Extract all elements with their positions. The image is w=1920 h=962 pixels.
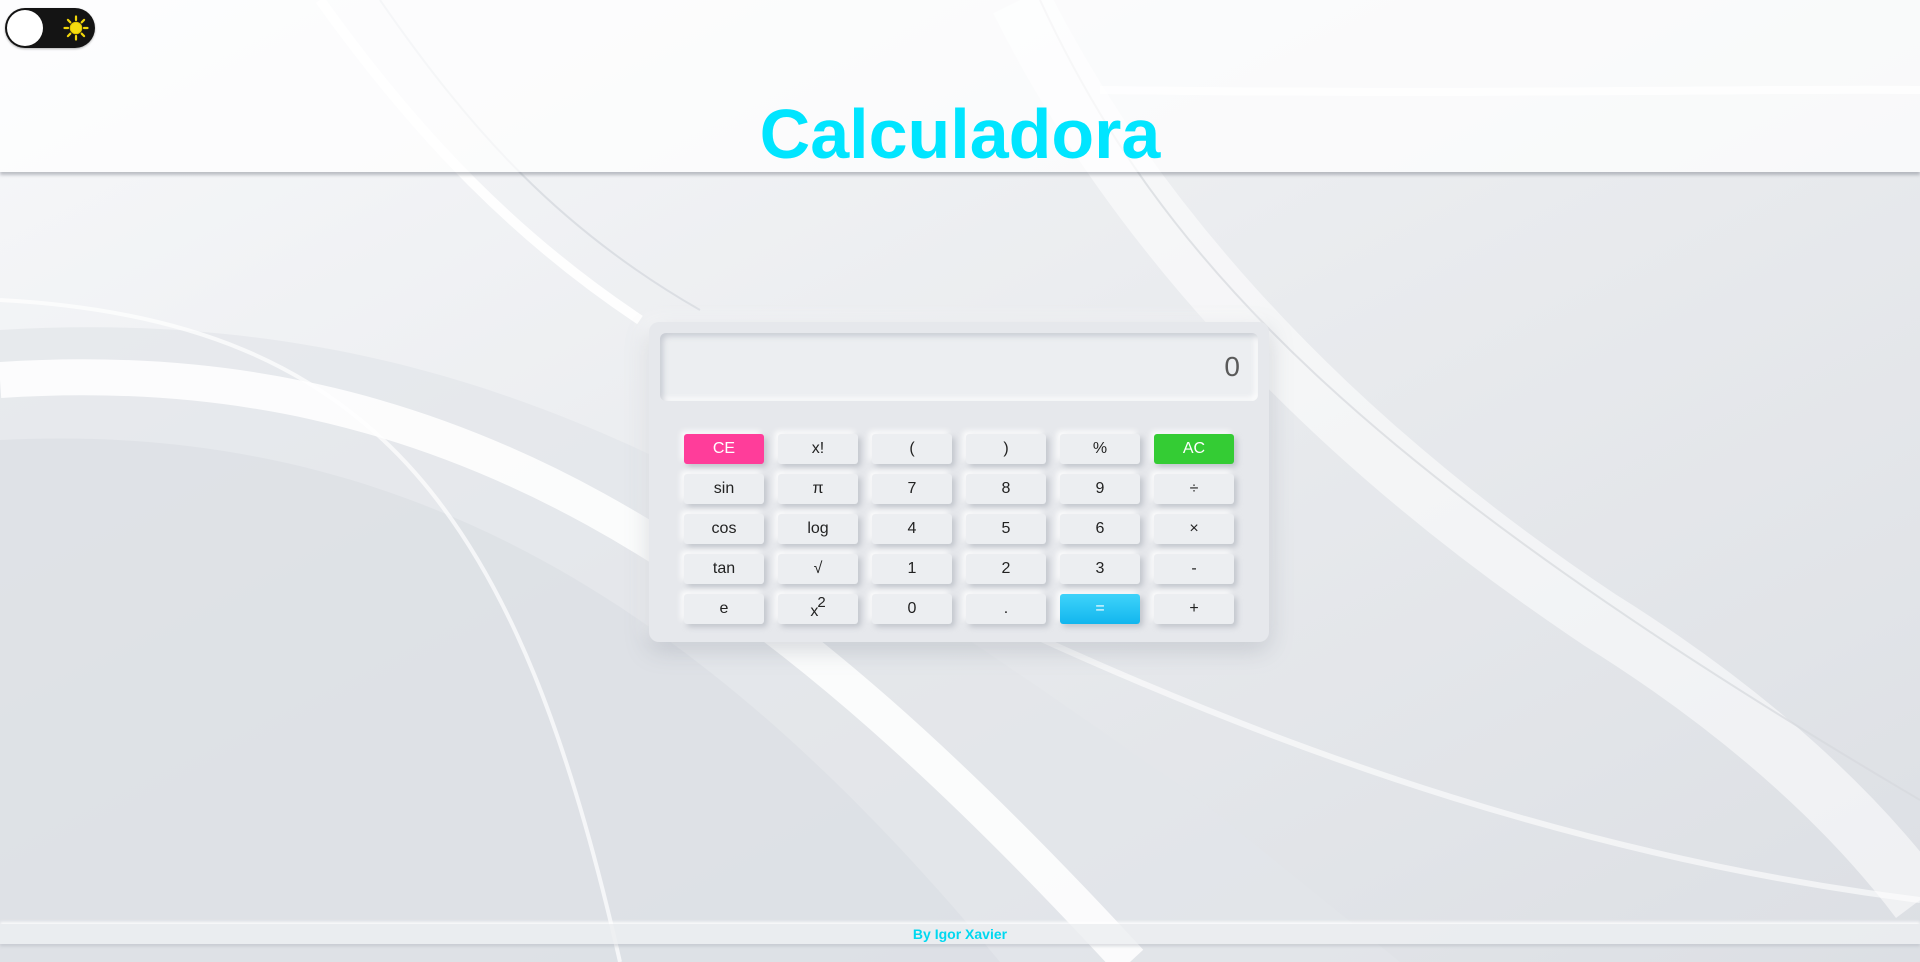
theme-toggle[interactable]: [5, 8, 95, 48]
digit-7-button[interactable]: 7: [872, 474, 952, 504]
toggle-knob[interactable]: [7, 10, 43, 46]
pi-button[interactable]: π: [778, 474, 858, 504]
log-button[interactable]: log: [778, 514, 858, 544]
multiply-button[interactable]: ×: [1154, 514, 1234, 544]
sun-icon: [63, 15, 89, 41]
all-clear-button[interactable]: AC: [1154, 434, 1234, 464]
page-title: Calculadora: [759, 95, 1161, 173]
tan-button[interactable]: tan: [684, 554, 764, 584]
add-button[interactable]: +: [1154, 594, 1234, 624]
euler-button[interactable]: e: [684, 594, 764, 624]
header-bar: Calculadora: [0, 0, 1920, 173]
calculator: 0 CE x!()% AC sin π 7 8 9 ÷ cos log 4 5 6 × tan √ 1 2 3- e x2…: [649, 322, 1269, 642]
sin-button[interactable]: sin: [684, 474, 764, 504]
digit-2-button[interactable]: 2: [966, 554, 1046, 584]
footer: By Igor Xavier: [0, 924, 1920, 944]
square-button[interactable]: x2: [778, 594, 858, 624]
clear-entry-button[interactable]: CE: [684, 434, 764, 464]
factorial-button[interactable]: x!: [778, 434, 858, 464]
digit-6-button[interactable]: 6: [1060, 514, 1140, 544]
digit-1-button[interactable]: 1: [872, 554, 952, 584]
percent-button[interactable]: %: [1060, 434, 1140, 464]
open-paren-button[interactable]: (: [872, 434, 952, 464]
subtract-button[interactable]: -: [1154, 554, 1234, 584]
divide-button[interactable]: ÷: [1154, 474, 1234, 504]
calculator-display[interactable]: 0: [660, 333, 1258, 401]
decimal-button[interactable]: .: [966, 594, 1046, 624]
digit-4-button[interactable]: 4: [872, 514, 952, 544]
digit-8-button[interactable]: 8: [966, 474, 1046, 504]
keypad: CE x!()% AC sin π 7 8 9 ÷ cos log 4 5 6 × tan √ 1 2 3- e x2 0.…: [684, 434, 1244, 624]
display-value: 0: [1224, 351, 1240, 382]
cos-button[interactable]: cos: [684, 514, 764, 544]
close-paren-button[interactable]: ): [966, 434, 1046, 464]
sqrt-button[interactable]: √: [778, 554, 858, 584]
footer-credit: By Igor Xavier: [912, 926, 1008, 942]
digit-3-button[interactable]: 3: [1060, 554, 1140, 584]
digit-9-button[interactable]: 9: [1060, 474, 1140, 504]
square-exponent-label: 2: [817, 594, 826, 611]
digit-0-button[interactable]: 0: [872, 594, 952, 624]
equals-button[interactable]: =: [1060, 594, 1140, 624]
digit-5-button[interactable]: 5: [966, 514, 1046, 544]
